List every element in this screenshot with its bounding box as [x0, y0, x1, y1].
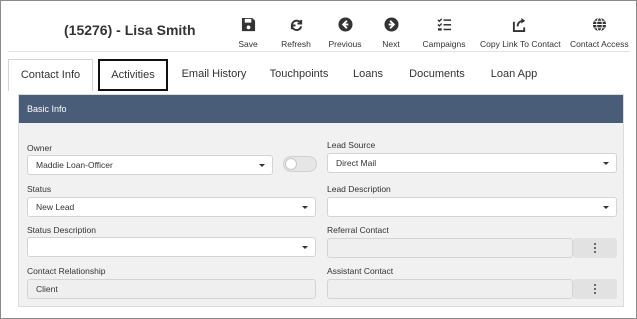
chevron-down-icon: [603, 162, 609, 165]
next-label: Next: [382, 39, 400, 49]
contact-relationship-field: Client: [27, 279, 316, 299]
copy-link-label: Copy Link To Contact: [480, 39, 561, 49]
referral-contact-menu-button[interactable]: [573, 238, 617, 258]
contact-access-button[interactable]: Contact Access: [570, 15, 629, 55]
contact-title: (15276) - Lisa Smith: [64, 22, 196, 38]
tab-bar: Contact Info Activities Email History To…: [8, 58, 630, 91]
campaigns-button[interactable]: Campaigns: [422, 15, 466, 55]
save-icon: [232, 15, 264, 35]
arrow-left-circle-icon: [326, 15, 364, 35]
chevron-down-icon: [302, 246, 308, 249]
arrow-right-circle-icon: [376, 15, 406, 35]
status-label: Status: [27, 184, 52, 194]
contact-relationship-value: Client: [36, 284, 58, 294]
lead-source-label: Lead Source: [327, 140, 376, 150]
tab-activities[interactable]: Activities: [98, 59, 168, 91]
status-select[interactable]: New Lead: [27, 197, 316, 217]
owner-value: Maddie Loan-Officer: [36, 160, 113, 170]
chevron-down-icon: [302, 206, 308, 209]
refresh-button[interactable]: Refresh: [276, 15, 316, 55]
basic-info-panel: Basic Info Owner Maddie Loan-Officer Sta…: [18, 94, 624, 307]
previous-button[interactable]: Previous: [326, 15, 364, 55]
tab-contact-info[interactable]: Contact Info: [8, 59, 93, 91]
copy-link-button[interactable]: Copy Link To Contact: [480, 15, 561, 55]
status-value: New Lead: [36, 202, 75, 212]
checklist-icon: [422, 15, 466, 35]
panel-title: Basic Info: [19, 95, 623, 123]
tab-loans[interactable]: Loans: [348, 59, 388, 91]
assistant-contact-label: Assistant Contact: [327, 266, 394, 276]
tab-loan-app[interactable]: Loan App: [484, 59, 544, 91]
tab-touchpoints[interactable]: Touchpoints: [264, 59, 334, 91]
kebab-icon: [594, 284, 596, 296]
lead-description-select[interactable]: [327, 197, 617, 217]
status-description-label: Status Description: [27, 225, 96, 235]
save-label: Save: [238, 39, 258, 49]
refresh-label: Refresh: [281, 39, 311, 49]
previous-label: Previous: [328, 39, 362, 49]
lead-source-value: Direct Mail: [336, 158, 377, 168]
header-bar: (15276) - Lisa Smith Save Refresh Previo…: [8, 8, 630, 52]
lead-source-select[interactable]: Direct Mail: [327, 153, 617, 173]
refresh-icon: [276, 15, 316, 35]
chevron-down-icon: [603, 206, 609, 209]
contact-relationship-label: Contact Relationship: [27, 266, 106, 276]
save-button[interactable]: Save: [232, 15, 264, 55]
toggle-knob: [285, 158, 297, 170]
assistant-contact-field[interactable]: [327, 279, 573, 299]
referral-contact-label: Referral Contact: [327, 225, 389, 235]
kebab-icon: [594, 243, 596, 255]
share-icon: [480, 15, 558, 35]
referral-contact-field[interactable]: [327, 238, 573, 258]
tab-documents[interactable]: Documents: [404, 59, 470, 91]
contact-access-label: Contact Access: [570, 39, 629, 49]
chevron-down-icon: [259, 164, 265, 167]
tab-email-history[interactable]: Email History: [174, 59, 254, 91]
owner-select[interactable]: Maddie Loan-Officer: [27, 155, 273, 175]
campaigns-label: Campaigns: [422, 39, 466, 49]
lead-description-label: Lead Description: [327, 184, 391, 194]
owner-label: Owner: [27, 143, 53, 153]
owner-toggle[interactable]: [283, 156, 317, 172]
window-frame: (15276) - Lisa Smith Save Refresh Previo…: [0, 0, 637, 319]
globe-icon: [570, 15, 628, 35]
assistant-contact-menu-button[interactable]: [573, 279, 617, 299]
status-description-select[interactable]: [27, 237, 316, 257]
next-button[interactable]: Next: [376, 15, 406, 55]
